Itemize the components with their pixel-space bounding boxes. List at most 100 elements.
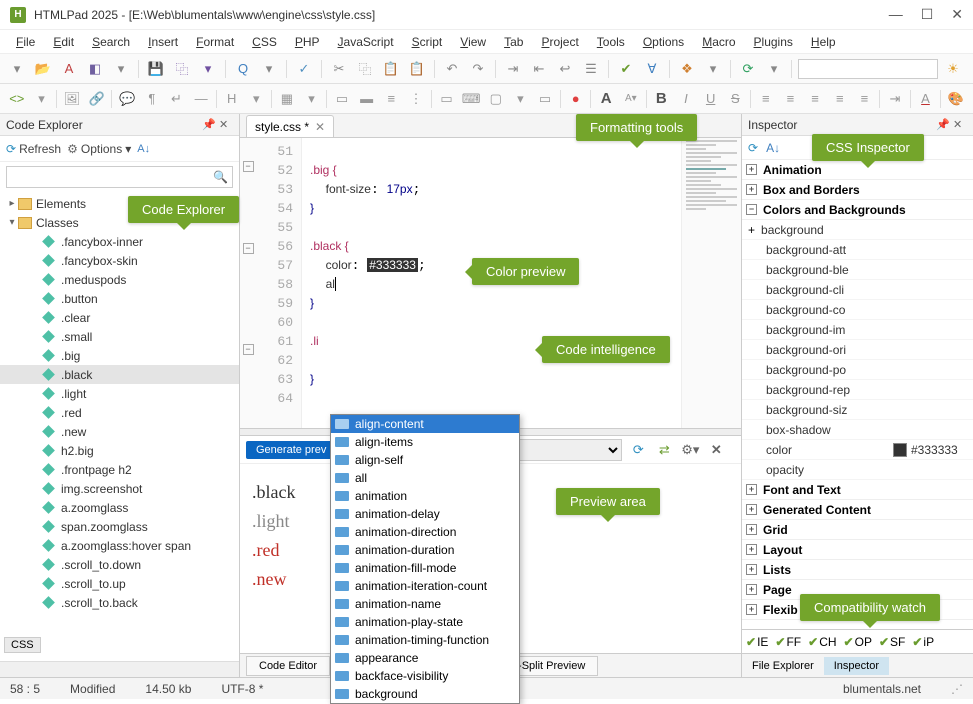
copy-icon[interactable]: ⿻ [354, 58, 376, 80]
underline-icon[interactable]: U [700, 88, 722, 110]
align-center-icon[interactable]: ≡ [780, 88, 802, 110]
autocomplete-item[interactable]: animation-iteration-count [331, 577, 519, 595]
tree-item[interactable]: .meduspods [0, 270, 239, 289]
html-file-icon[interactable]: A [58, 58, 80, 80]
hr-icon[interactable]: — [190, 88, 212, 110]
selector-combo[interactable] [798, 59, 938, 79]
input-icon[interactable]: ⌨ [460, 88, 482, 110]
prop-item[interactable]: box-shadow [742, 420, 973, 440]
minimize-button[interactable]: — [889, 6, 903, 23]
prop-item[interactable]: +background [742, 220, 973, 240]
select-icon[interactable]: ▾ [510, 88, 532, 110]
save-all-icon[interactable]: ⿻ [171, 58, 193, 80]
autocomplete-item[interactable]: backface-visibility [331, 667, 519, 685]
tree-item[interactable]: .clear [0, 308, 239, 327]
autocomplete-item[interactable]: align-self [331, 451, 519, 469]
redo-icon[interactable]: ↷ [467, 58, 489, 80]
button-icon[interactable]: ▢ [485, 88, 507, 110]
menu-php[interactable]: PHP [287, 33, 328, 51]
table-icon[interactable]: ▦ [276, 88, 298, 110]
align-justify-icon[interactable]: ≡ [829, 88, 851, 110]
search-icon[interactable]: 🔍 [213, 170, 228, 184]
tree-item[interactable]: .light [0, 384, 239, 403]
inspector-close-icon[interactable]: ✕ [953, 118, 967, 132]
h-dd-icon[interactable]: ▾ [245, 88, 267, 110]
search-field[interactable] [11, 171, 213, 183]
tree-item[interactable]: ▸Elements [0, 194, 239, 213]
comment-icon[interactable]: 💬 [116, 88, 138, 110]
tree-item[interactable]: a.zoomglass [0, 498, 239, 517]
php-file-icon[interactable]: ◧ [84, 58, 106, 80]
run-icon[interactable]: ⟳ [737, 58, 759, 80]
right-tab[interactable]: File Explorer [742, 657, 824, 675]
prop-group[interactable]: +Lists [742, 560, 973, 580]
options-button[interactable]: ⚙Options▾ [67, 142, 131, 156]
form-icon[interactable]: ▭ [436, 88, 458, 110]
browser-dropdown-icon[interactable]: ▾ [702, 58, 724, 80]
tree-item[interactable]: .big [0, 346, 239, 365]
list-icon[interactable]: ☰ [580, 58, 602, 80]
validate-icon[interactable]: ✔ [615, 58, 637, 80]
italic-icon[interactable]: I [675, 88, 697, 110]
prop-item[interactable]: background-siz [742, 400, 973, 420]
minimap[interactable] [681, 138, 741, 428]
run-dropdown-icon[interactable]: ▾ [763, 58, 785, 80]
tag2-icon[interactable]: ▾ [31, 88, 53, 110]
menu-help[interactable]: Help [803, 33, 844, 51]
prop-group[interactable]: +Font and Text [742, 480, 973, 500]
indent2-icon[interactable]: ⇥ [884, 88, 906, 110]
browser-icon[interactable]: ❖ [676, 58, 698, 80]
tree-item[interactable]: a.zoomglass:hover span [0, 536, 239, 555]
tree-item[interactable]: .scroll_to.up [0, 574, 239, 593]
autocomplete-item[interactable]: animation-play-state [331, 613, 519, 631]
menu-script[interactable]: Script [404, 33, 451, 51]
light-icon[interactable]: ☀ [942, 58, 964, 80]
save-as-icon[interactable]: ▾ [197, 58, 219, 80]
new-file-icon[interactable]: ▾ [6, 58, 28, 80]
preview-sync-icon[interactable]: ⇄ [654, 440, 674, 460]
menu-view[interactable]: View [452, 33, 494, 51]
menu-search[interactable]: Search [84, 33, 138, 51]
open-icon[interactable]: 📂 [32, 58, 54, 80]
br-icon[interactable]: ↵ [166, 88, 188, 110]
menu-tools[interactable]: Tools [589, 33, 633, 51]
autocomplete-item[interactable]: animation [331, 487, 519, 505]
tree-item[interactable]: .scroll_to.back [0, 593, 239, 612]
prop-item[interactable]: background-rep [742, 380, 973, 400]
tree-item[interactable]: .new [0, 422, 239, 441]
h-icon[interactable]: H [221, 88, 243, 110]
maximize-button[interactable]: ☐ [921, 6, 934, 23]
prop-group[interactable]: +Generated Content [742, 500, 973, 520]
menu-edit[interactable]: Edit [45, 33, 82, 51]
strike-icon[interactable]: S [724, 88, 746, 110]
tab-close-icon[interactable]: ✕ [315, 120, 325, 134]
align-dist-icon[interactable]: ≡ [854, 88, 876, 110]
list-ol-icon[interactable]: ≡ [381, 88, 403, 110]
menu-tab[interactable]: Tab [496, 33, 531, 51]
menu-insert[interactable]: Insert [140, 33, 186, 51]
close-button[interactable]: ✕ [951, 6, 963, 23]
autocomplete-item[interactable]: background [331, 685, 519, 703]
preview-close-icon[interactable]: ✕ [706, 440, 726, 460]
tree-item[interactable]: .fancybox-skin [0, 251, 239, 270]
tree-item[interactable]: .button [0, 289, 239, 308]
align-right-icon[interactable]: ≡ [804, 88, 826, 110]
table-dd-icon[interactable]: ▾ [301, 88, 323, 110]
save-icon[interactable]: 💾 [145, 58, 167, 80]
prop-item[interactable]: background-cli [742, 280, 973, 300]
autocomplete-item[interactable]: animation-timing-function [331, 631, 519, 649]
prop-item[interactable]: background-ble [742, 260, 973, 280]
search-icon[interactable]: Q [232, 58, 254, 80]
bottom-tab[interactable]: Code Editor [246, 656, 330, 676]
indent-icon[interactable]: ⇥ [502, 58, 524, 80]
dropdown-icon[interactable]: ▾ [110, 58, 132, 80]
prop-item[interactable]: opacity [742, 460, 973, 480]
paste-icon[interactable]: 📋 [380, 58, 402, 80]
tree-item[interactable]: .red [0, 403, 239, 422]
autocomplete-item[interactable]: animation-delay [331, 505, 519, 523]
fold-column[interactable]: −−− [240, 138, 256, 428]
outdent-icon[interactable]: ⇤ [528, 58, 550, 80]
bold-icon[interactable]: B [651, 88, 673, 110]
tree-item[interactable]: ▾Classes [0, 213, 239, 232]
colorball-icon[interactable]: ● [565, 88, 587, 110]
